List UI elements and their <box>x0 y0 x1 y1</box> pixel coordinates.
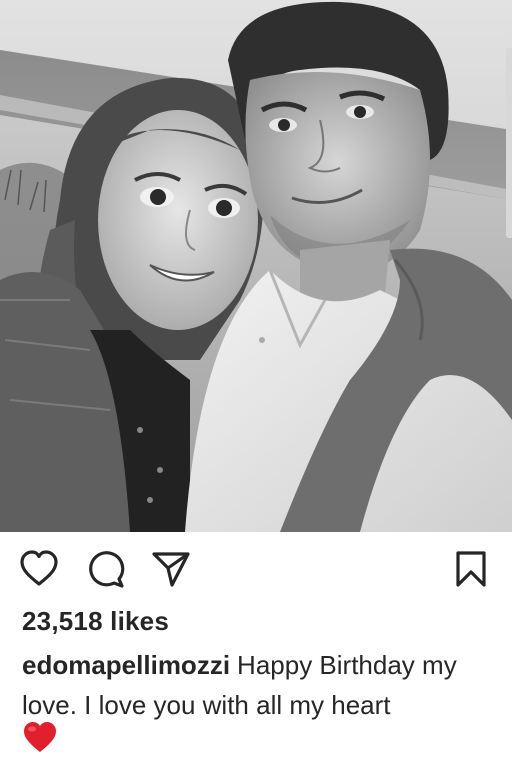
heart-outline-icon <box>20 550 58 586</box>
save-button[interactable] <box>450 548 492 590</box>
scroll-indicator[interactable] <box>506 48 512 238</box>
comment-bubble-icon <box>89 551 125 588</box>
share-button[interactable] <box>150 548 192 590</box>
post-photo-image <box>0 0 512 532</box>
paper-plane-icon <box>152 552 190 587</box>
like-button[interactable] <box>18 548 60 590</box>
caption-username[interactable]: edomapellimozzi <box>22 650 230 680</box>
red-heart-emoji-icon <box>22 721 58 753</box>
post-action-bar <box>0 532 512 607</box>
likes-count[interactable]: 23,518 likes <box>22 606 169 637</box>
bookmark-icon <box>456 551 486 587</box>
comment-button[interactable] <box>84 548 126 590</box>
post-photo[interactable] <box>0 0 512 532</box>
post-caption: edomapellimozzi Happy Birthday my love. I… <box>22 645 502 725</box>
